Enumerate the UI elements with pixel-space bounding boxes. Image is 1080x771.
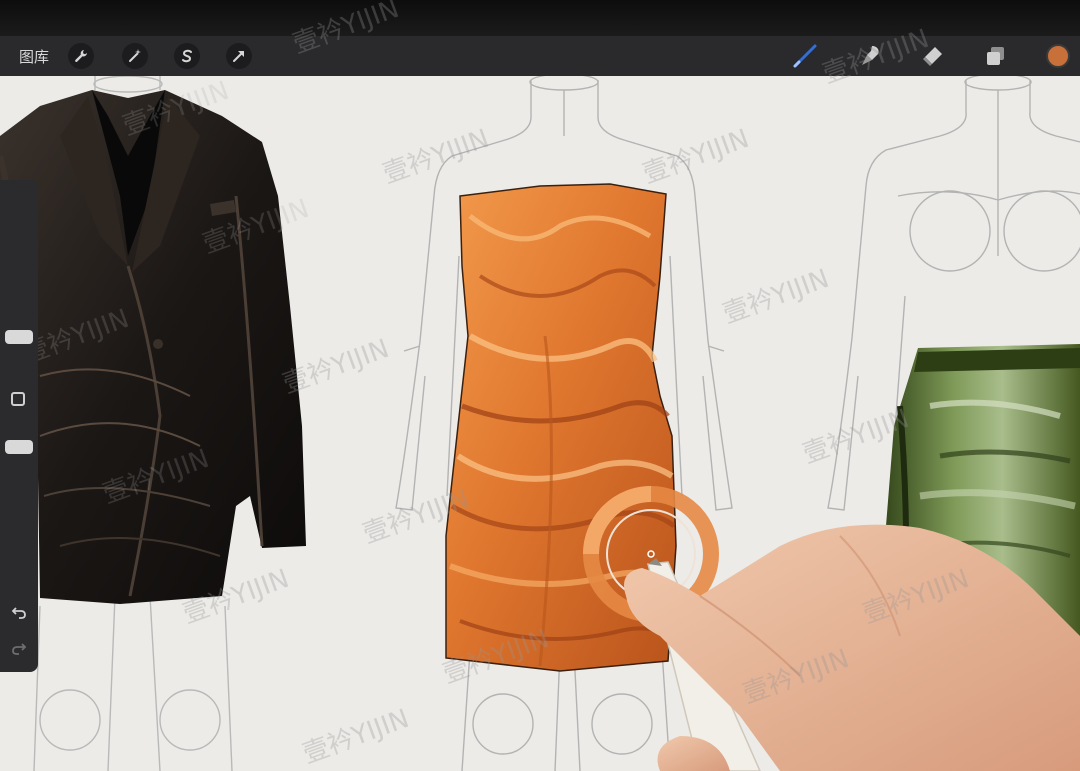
brush-size-slider[interactable] [5, 330, 33, 344]
gallery-button[interactable]: 图库 [14, 42, 54, 70]
black-blazer [0, 90, 306, 604]
layers-icon[interactable] [980, 42, 1010, 70]
eraser-icon[interactable] [918, 42, 948, 70]
color-swatch[interactable] [1046, 44, 1070, 68]
wrench-icon[interactable] [68, 43, 94, 69]
redo-icon[interactable] [9, 640, 29, 660]
opacity-slider[interactable] [5, 440, 33, 454]
undo-icon[interactable] [9, 604, 29, 624]
device-bezel [0, 0, 1080, 36]
smudge-icon[interactable] [856, 42, 886, 70]
brush-icon[interactable] [790, 42, 820, 70]
modify-button[interactable] [11, 392, 25, 406]
drawing-canvas[interactable]: 壹衿YIJIN 壹衿YIJIN 壹衿YIJIN 壹衿YIJIN 壹衿YIJIN … [0, 0, 1080, 771]
selection-s-icon[interactable] [174, 43, 200, 69]
artwork [0, 76, 1080, 771]
magic-wand-icon[interactable] [122, 43, 148, 69]
left-sidebar [0, 180, 38, 672]
procreate-screen: 图库 壹衿YIJIN 壹衿YIJIN 壹衿YIJIN 壹衿YIJIN 壹衿YIJ… [0, 0, 1080, 771]
transform-arrow-icon[interactable] [226, 43, 252, 69]
top-toolbar: 图库 [0, 36, 1080, 77]
